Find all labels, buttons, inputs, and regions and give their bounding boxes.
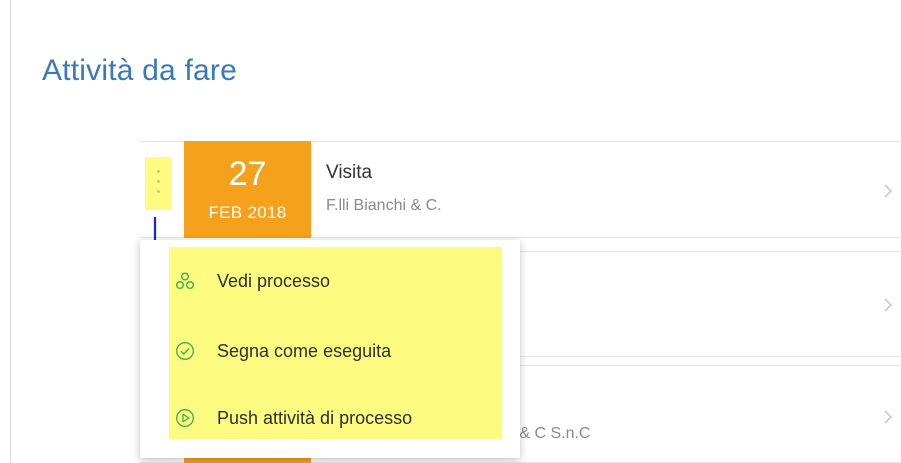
menu-item-push-attivita[interactable]: Push attività di processo (175, 403, 412, 433)
process-icon (175, 271, 195, 291)
chevron-right-icon[interactable] (881, 184, 895, 198)
menu-item-segna-eseguita[interactable]: Segna come eseguita (175, 336, 391, 366)
menu-item-vedi-processo[interactable]: Vedi processo (175, 266, 330, 296)
play-circle-icon (175, 408, 195, 428)
more-options-button[interactable] (145, 157, 172, 210)
left-divider (10, 0, 11, 463)
chevron-right-icon[interactable] (881, 410, 895, 424)
page-title: Attività da fare (42, 54, 237, 87)
date-badge: 27 FEB 2018 (184, 141, 311, 238)
kebab-dot-icon (157, 190, 160, 193)
date-month: FEB 2018 (208, 203, 287, 222)
kebab-dot-icon (157, 180, 160, 183)
kebab-dot-icon (157, 170, 160, 173)
menu-item-label: Push attività di processo (217, 407, 413, 428)
menu-item-label: Segna come eseguita (217, 340, 392, 361)
date-day: 27 (228, 155, 267, 193)
activity-subtitle: F.lli Bianchi & C. (326, 197, 442, 214)
check-circle-icon (175, 341, 195, 361)
menu-item-label: Vedi processo (217, 270, 331, 291)
activity-title: Visita (326, 162, 373, 183)
chevron-right-icon[interactable] (881, 298, 895, 312)
